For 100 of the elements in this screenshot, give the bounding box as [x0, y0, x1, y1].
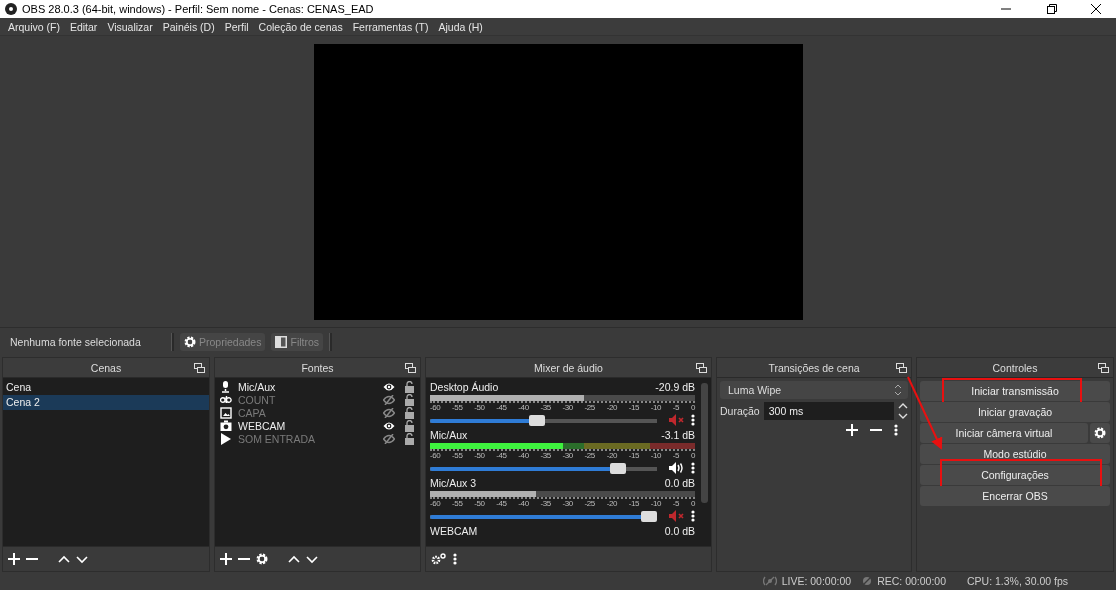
scale-label: -40 [518, 499, 529, 508]
rec-off-icon [862, 576, 873, 586]
add-icon[interactable] [846, 424, 858, 436]
live-off-icon [762, 576, 777, 586]
menu-item[interactable]: Coleção de cenas [253, 20, 348, 33]
scale-label: -20 [606, 499, 617, 508]
scale-label: -45 [496, 403, 507, 412]
menu-item[interactable]: Arquivo (F) [3, 20, 65, 33]
channel-name: Desktop Áudio [430, 381, 499, 394]
scale-label: -30 [562, 403, 573, 412]
muted-speaker-icon[interactable] [669, 510, 685, 522]
more-icon[interactable] [453, 553, 457, 565]
eye-icon[interactable] [383, 381, 395, 392]
undock-icon[interactable] [194, 363, 205, 373]
undock-icon[interactable] [896, 363, 907, 373]
mic-icon [220, 380, 232, 393]
app-logo-icon [5, 3, 17, 15]
down-icon[interactable] [76, 553, 88, 565]
lock-icon[interactable] [405, 419, 414, 432]
lock-icon[interactable] [405, 380, 414, 393]
control-button[interactable]: Iniciar transmissão [920, 381, 1110, 401]
channel-name: Mic/Aux 3 [430, 477, 477, 490]
up-icon[interactable] [288, 553, 300, 565]
scale-label: -60 [430, 451, 441, 460]
transition-select[interactable]: Luma Wipe [720, 381, 908, 399]
source-item[interactable]: CAPA [238, 406, 383, 419]
dock-title: Mixer de áudio [534, 361, 603, 374]
scale-label: -40 [518, 451, 529, 460]
hidden-eye-icon[interactable] [383, 433, 395, 444]
scale-label: -35 [540, 451, 551, 460]
dock-title: Cenas [90, 361, 122, 374]
more-icon[interactable] [691, 462, 695, 474]
scale-label: 0 [690, 499, 695, 508]
eye-icon[interactable] [383, 420, 395, 431]
scene-item[interactable]: Cena 2 [3, 395, 209, 410]
scale-label: -35 [540, 403, 551, 412]
gear-icon[interactable] [256, 553, 268, 565]
down-icon[interactable] [306, 553, 318, 565]
spinner-icon [894, 384, 902, 396]
gear-icon [184, 336, 196, 348]
control-button[interactable]: Iniciar gravação [920, 402, 1110, 422]
text-icon [220, 393, 232, 406]
scale-label: -50 [474, 451, 485, 460]
scale-label: -15 [628, 451, 640, 460]
source-item[interactable]: COUNT [238, 393, 383, 406]
control-button[interactable]: Modo estúdio [920, 444, 1110, 464]
source-item[interactable]: WEBCAM [238, 419, 383, 432]
scale-label: -40 [518, 403, 529, 412]
menu-item[interactable]: Visualizar [102, 20, 158, 33]
scale-label: -55 [452, 451, 463, 460]
control-button[interactable]: Encerrar OBS [920, 486, 1110, 506]
menu-item[interactable]: Painéis (D) [157, 20, 220, 33]
source-item[interactable]: Mic/Aux [238, 380, 383, 393]
dock-title: Fontes [301, 361, 334, 374]
source-status: Nenhuma fonte selecionada [10, 336, 142, 348]
scroll-bar[interactable] [701, 383, 708, 503]
undock-icon[interactable] [405, 363, 416, 373]
window-title: OBS 28.0.3 (64-bit, windows) - Perfil: Sem nome - Cenas: CENAS_EAD [22, 3, 374, 15]
image-icon [220, 406, 232, 419]
scale-label: -55 [452, 403, 463, 412]
menu-item[interactable]: Ajuda (H) [433, 20, 488, 33]
lock-icon[interactable] [405, 432, 414, 445]
virtual-camera-settings-button[interactable] [1090, 423, 1110, 443]
scene-item[interactable]: Cena [3, 380, 209, 395]
scale-label: -5 [672, 403, 680, 412]
channel-name: Mic/Aux [430, 429, 468, 442]
menu-item[interactable]: Ferramentas (T) [347, 20, 434, 33]
menu-item[interactable]: Perfil [219, 20, 254, 33]
hidden-eye-icon[interactable] [383, 407, 395, 418]
scale-label: -35 [540, 499, 551, 508]
menu-item[interactable]: Editar [64, 20, 103, 33]
scale-label: -25 [584, 451, 595, 460]
control-button[interactable]: Iniciar câmera virtual [920, 423, 1088, 443]
up-icon[interactable] [58, 553, 70, 565]
lock-icon[interactable] [405, 406, 414, 419]
dock-title: Controles [992, 361, 1038, 374]
scale-label: -15 [628, 499, 640, 508]
speaker-icon[interactable] [669, 462, 685, 474]
more-icon[interactable] [894, 424, 898, 436]
undock-icon[interactable] [696, 363, 707, 373]
lock-icon[interactable] [405, 393, 414, 406]
muted-speaker-icon[interactable] [669, 414, 685, 426]
duration-field[interactable]: 300 ms [763, 401, 894, 420]
hidden-eye-icon[interactable] [383, 394, 395, 405]
camera-icon [220, 419, 232, 432]
filter-icon [275, 336, 288, 348]
add-icon[interactable] [220, 553, 232, 565]
scale-label: -10 [650, 499, 662, 508]
undock-icon[interactable] [1098, 363, 1109, 373]
more-icon[interactable] [691, 414, 695, 426]
scale-label: -25 [584, 499, 595, 508]
more-icon[interactable] [691, 510, 695, 522]
add-icon[interactable] [8, 553, 20, 565]
control-button[interactable]: Configurações [920, 465, 1110, 485]
scale-label: -30 [562, 499, 573, 508]
duration-label: Duração [720, 404, 760, 417]
scale-label: -5 [672, 451, 680, 460]
stepper-icon[interactable] [898, 401, 908, 420]
gears-icon[interactable] [431, 553, 447, 565]
source-item[interactable]: SOM ENTRADA [238, 432, 383, 445]
